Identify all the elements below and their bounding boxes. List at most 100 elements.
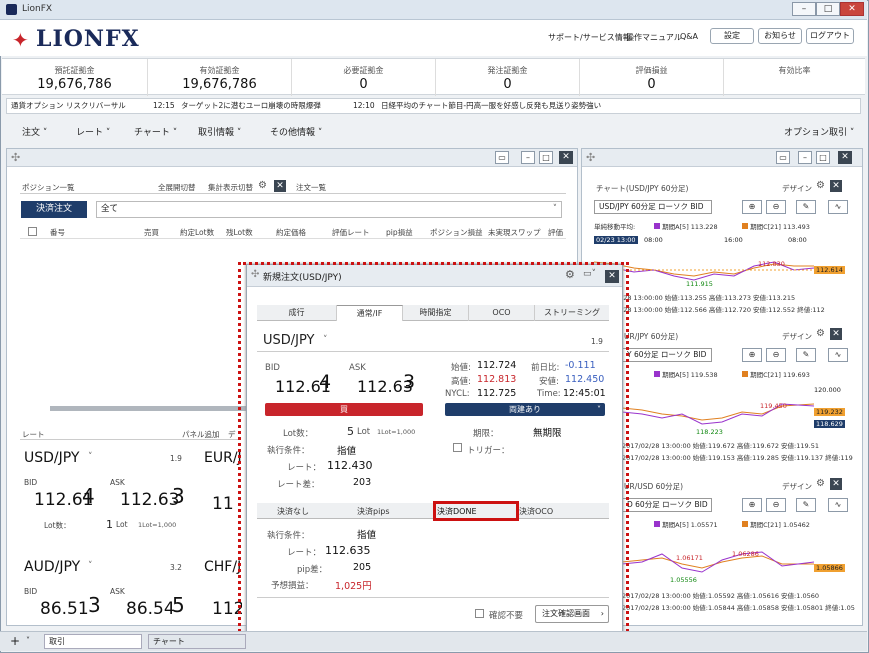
rate-card-usdjpy[interactable]: USD/JPY ˅ 1.9 BID ASK 112.61 4 112.63 3 … [20,446,190,538]
menu-bar: 注文 ˅ レート ˅ チャート ˅ 取引情報 ˅ その他情報 ˅ オプション取引… [0,125,867,143]
chart-symbol-select[interactable]: Y 60分足 ローソク BID [622,348,712,362]
summary-toggle-link[interactable]: 集計表示切替 [208,182,253,193]
expand-toggle-link[interactable]: 全展開切替 [158,182,196,193]
panel-maximize-icon[interactable]: □ [539,151,553,164]
rate-card-eurjpy[interactable]: EUR/J 11 [202,446,242,538]
design-link[interactable]: デザイン [782,331,812,342]
horizontal-scrollbar[interactable] [50,406,250,411]
close-button[interactable]: ✕ [840,2,864,16]
chart-title: UR/USD 60分足) [624,482,684,491]
rate-panel-header: レート パネル追加 デ [20,428,240,440]
zoom-in-icon[interactable]: ⊕ [742,348,762,362]
chart-eurjpy: UR/JPY 60分足) デザイン ⚙ ✕ Y 60分足 ローソク BID ⊕ … [592,328,858,468]
order-list-tab[interactable]: 注文一覧 [296,182,326,193]
move-icon[interactable]: ✣ [586,151,595,164]
summary-pl: 評価損益 0 [580,59,724,96]
candlestick-plot[interactable] [622,534,814,584]
rate-panel-title: レート [22,430,45,439]
add-tab-icon[interactable]: + [10,634,20,648]
bottom-bar: + ˅ 取引 チャート [0,631,867,651]
move-icon[interactable]: ✣ [11,151,20,164]
draw-icon[interactable]: ✎ [796,498,816,512]
logo: LIONFX [36,26,140,52]
panel-maximize-icon[interactable]: □ [816,151,830,164]
qa-link[interactable]: Q&A [680,32,698,41]
chevron-down-icon[interactable]: ˅ [88,561,93,571]
positions-header: ポジション一覧 全展開切替 集計表示切替 ⚙ ✕ 注文一覧 [20,180,566,194]
account-summary: 預託証拠金 19,676,786 有効証拠金 19,676,786 必要証拠金 0 発… [2,58,865,96]
chart-usdjpy: チャート(USD/JPY 60分足) デザイン ⚙ ✕ USD/JPY 60分足… [592,180,858,320]
tab-chart[interactable]: チャート [148,634,246,649]
minimize-button[interactable]: – [792,2,816,16]
panel-close-icon[interactable]: ✕ [559,151,573,164]
positions-close-icon[interactable]: ✕ [274,180,286,192]
design-link[interactable]: デザイン [782,481,812,492]
chart-close-icon[interactable]: ✕ [830,180,842,192]
chevron-down-icon[interactable]: ˅ [26,636,30,645]
gear-icon[interactable]: ⚙ [816,328,825,339]
draw-icon[interactable]: ✎ [796,200,816,214]
menu-chart[interactable]: チャート ˅ [134,125,177,138]
zoom-out-icon[interactable]: ⊖ [766,200,786,214]
add-panel-link[interactable]: パネル追加 [182,429,220,440]
zoom-in-icon[interactable]: ⊕ [742,200,762,214]
manual-link[interactable]: 操作マニュアル [626,32,682,43]
chevron-down-icon: ˅ [552,204,557,214]
filter-select[interactable]: 全て ˅ [96,201,562,218]
support-link[interactable]: サポート/サービス情報 [548,32,631,43]
chevron-down-icon[interactable]: ˅ [88,452,93,462]
zoom-in-icon[interactable]: ⊕ [742,498,762,512]
panel-minimize-icon[interactable]: – [798,151,812,164]
zoom-out-icon[interactable]: ⊖ [766,348,786,362]
menu-other-info[interactable]: その他情報 ˅ [270,125,322,138]
title-bar: LionFX – □ ✕ [0,0,867,20]
chart-title: チャート(USD/JPY 60分足) [596,184,689,193]
gear-icon[interactable]: ⚙ [816,478,825,489]
draw-icon[interactable]: ✎ [796,348,816,362]
select-all-checkbox[interactable] [28,227,37,236]
summary-deposit: 預託証拠金 19,676,786 [2,59,148,96]
panel-minimize-icon[interactable]: – [521,151,535,164]
settle-order-button[interactable]: 決済注文 [21,201,87,218]
summary-required: 必要証拠金 0 [292,59,436,96]
zoom-out-icon[interactable]: ⊖ [766,498,786,512]
logout-button[interactable]: ログアウト [806,28,854,44]
rate-card-audjpy[interactable]: AUD/JPY ˅ 3.2 BID ASK 86.51 3 86.54 5 [20,555,190,625]
maximize-button[interactable]: □ [816,2,840,16]
left-panel-header: ✣ ▭ – □ ✕ [7,149,577,167]
indicator-icon[interactable]: ∿ [828,498,848,512]
panel-close-icon[interactable]: ✕ [838,151,852,164]
panel-menu-icon[interactable]: ▭ [776,151,790,164]
panel-menu-icon[interactable]: ▭ [495,151,509,164]
chart-title: UR/JPY 60分足) [624,332,679,341]
indicator-icon[interactable]: ∿ [828,200,848,214]
lion-icon: ✦ [12,28,29,52]
summary-ratio: 有効比率 [778,66,811,75]
rate-card-chfjpy[interactable]: CHF/J 112 [202,555,242,625]
app-icon [6,4,17,15]
indicator-icon[interactable]: ∿ [828,348,848,362]
menu-trade-info[interactable]: 取引情報 ˅ [198,125,241,138]
gear-icon[interactable]: ⚙ [816,180,825,191]
chart-close-icon[interactable]: ✕ [830,328,842,340]
settings-button[interactable]: 設定 [710,28,754,44]
positions-table-header: 番号 売買 約定Lot数 残Lot数 約定価格 評価レート pip損益 ポジショ… [20,225,566,239]
notice-button[interactable]: お知らせ [758,28,802,44]
window-title: LionFX [22,4,53,14]
order-dialog-highlight [238,262,629,645]
gear-icon[interactable]: ⚙ [258,180,267,191]
chart-symbol-select[interactable]: USD/JPY 60分足 ローソク BID [594,200,712,214]
news-ticker[interactable]: 通貨オプション リスクリバーサル 12:15 ターゲット2に潜むユーロ崩壊の時限… [6,98,861,114]
menu-option-trade[interactable]: オプション取引 ˅ [784,125,854,138]
chart-close-icon[interactable]: ✕ [830,478,842,490]
menu-rate[interactable]: レート ˅ [76,125,110,138]
menu-order[interactable]: 注文 ˅ [22,125,47,138]
summary-effective: 有効証拠金 19,676,786 [148,59,292,96]
positions-title: ポジション一覧 [22,183,75,192]
chart-eurusd: UR/USD 60分足) デザイン ⚙ ✕ D 60分足 ローソク BID ⊕ … [592,478,858,618]
summary-order-margin: 発注証拠金 0 [436,59,580,96]
chart-symbol-select[interactable]: D 60分足 ローソク BID [622,498,712,512]
right-panel-header: ✣ ▭ – □ ✕ [582,149,862,167]
tab-trade[interactable]: 取引 [44,634,142,649]
design-link[interactable]: デザイン [782,183,812,194]
